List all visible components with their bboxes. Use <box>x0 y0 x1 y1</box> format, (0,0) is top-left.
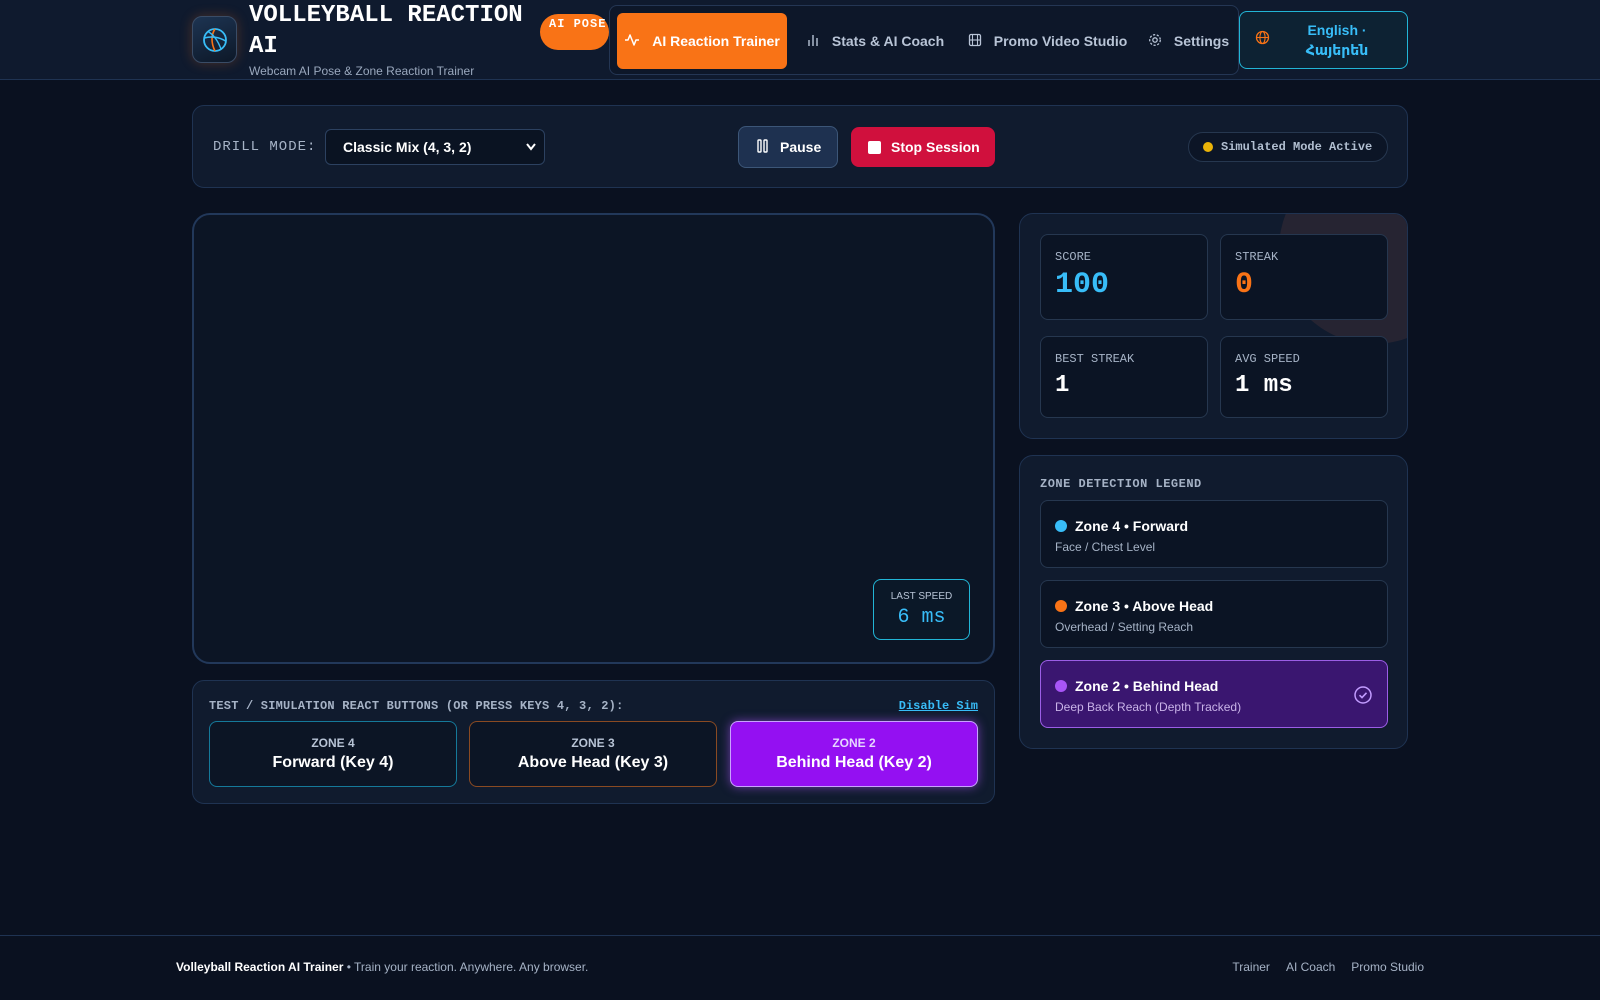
streak-card: STREAK 0 <box>1220 234 1388 320</box>
top-bar: VOLLEYBALL REACTION AI Webcam AI Pose & … <box>0 0 1600 80</box>
simulation-panel: TEST / SIMULATION REACT BUTTONS (OR PRES… <box>192 680 995 804</box>
zone-4-label: Forward (Key 4) <box>272 754 394 771</box>
legend-item-name: Zone 2 • Behind Head <box>1075 678 1219 694</box>
webcam-video-panel: LAST SPEED 6 ms <box>192 213 995 664</box>
language-toggle-button[interactable]: English · Հայերեն <box>1239 11 1408 69</box>
footer-links: Trainer AI Coach Promo Studio <box>1232 960 1424 974</box>
stop-session-button[interactable]: Stop Session <box>851 127 995 167</box>
pause-icon <box>757 138 780 156</box>
legend-item-name: Zone 4 • Forward <box>1075 518 1189 534</box>
footer-link-trainer[interactable]: Trainer <box>1232 960 1270 974</box>
simulated-mode-text: Simulated Mode Active <box>1221 140 1373 154</box>
main-nav: AI Reaction Trainer Stats & AI Coach Pro… <box>609 5 1239 75</box>
drill-mode-label: DRILL MODE: <box>213 139 317 155</box>
drill-mode-value: Classic Mix (4, 3, 2) <box>343 139 472 155</box>
stop-icon <box>868 140 881 154</box>
zone-2-button[interactable]: ZONE 2 Behind Head (Key 2) <box>730 721 978 787</box>
status-dot-icon <box>1203 142 1213 152</box>
gear-icon <box>1148 33 1174 50</box>
footer-brand-name: Volleyball Reaction AI Trainer <box>176 960 344 974</box>
zone-4-dot-icon <box>1055 520 1067 532</box>
legend-title: ZONE DETECTION LEGEND <box>1040 477 1202 491</box>
footer-tagline: • Train your reaction. Anywhere. Any bro… <box>343 960 589 974</box>
zone-2-key: ZONE 2 <box>832 736 876 750</box>
nav-tab-ai-reaction-trainer[interactable]: AI Reaction Trainer <box>617 13 787 69</box>
globe-icon <box>1240 30 1284 50</box>
legend-item-zone-4: Zone 4 • Forward Face / Chest Level <box>1040 500 1388 568</box>
check-circle-icon <box>1353 685 1373 710</box>
zone-3-key: ZONE 3 <box>571 736 615 750</box>
app-title: VOLLEYBALL REACTION AI <box>249 2 523 60</box>
nav-tab-label: Stats & AI Coach <box>831 33 945 49</box>
language-label: English · Հայերեն <box>1305 22 1369 58</box>
streak-label: STREAK <box>1235 250 1279 264</box>
nav-tab-settings[interactable]: Settings <box>1140 13 1237 69</box>
zone-legend-panel: ZONE DETECTION LEGEND Zone 4 • Forward F… <box>1019 455 1408 749</box>
bar-chart-icon <box>806 33 832 50</box>
best-streak-card: BEST STREAK 1 <box>1040 336 1208 418</box>
zone-2-dot-icon <box>1055 680 1067 692</box>
avg-speed-value: 1 ms <box>1235 372 1293 399</box>
zone-4-key: ZONE 4 <box>311 736 355 750</box>
zone-3-label: Above Head (Key 3) <box>517 754 669 771</box>
legend-item-name: Zone 3 • Above Head <box>1075 598 1214 614</box>
ai-pose-badge: AI POSE <box>540 14 609 50</box>
last-speed-card: LAST SPEED 6 ms <box>873 579 970 640</box>
avg-speed-label: AVG SPEED <box>1235 352 1300 366</box>
nav-tab-label: Promo Video Studio <box>993 33 1128 49</box>
footer-link-ai-coach[interactable]: AI Coach <box>1286 960 1335 974</box>
legend-item-zone-2: Zone 2 • Behind Head Deep Back Reach (De… <box>1040 660 1388 728</box>
chevron-down-icon <box>524 130 538 176</box>
footer-brand: Volleyball Reaction AI Trainer • Train y… <box>176 960 588 974</box>
film-icon <box>968 33 994 50</box>
pause-button[interactable]: Pause <box>738 126 838 168</box>
last-speed-label: LAST SPEED <box>890 591 953 602</box>
avg-speed-card: AVG SPEED 1 ms <box>1220 336 1388 418</box>
stop-label: Stop Session <box>891 139 980 155</box>
score-value: 100 <box>1055 268 1110 302</box>
streak-value: 0 <box>1235 268 1254 302</box>
score-card: SCORE 100 <box>1040 234 1208 320</box>
nav-tab-label: AI Reaction Trainer <box>652 33 780 49</box>
pause-label: Pause <box>780 139 822 155</box>
session-controls: DRILL MODE: Classic Mix (4, 3, 2) Pause … <box>192 105 1408 188</box>
score-label: SCORE <box>1055 250 1092 264</box>
app-subtitle: Webcam AI Pose & Zone Reaction Trainer <box>249 64 475 78</box>
activity-icon <box>624 32 652 51</box>
best-streak-label: BEST STREAK <box>1055 352 1135 366</box>
legend-item-zone-3: Zone 3 • Above Head Overhead / Setting R… <box>1040 580 1388 648</box>
footer-link-promo-studio[interactable]: Promo Studio <box>1351 960 1424 974</box>
drill-mode-select[interactable]: Classic Mix (4, 3, 2) <box>325 129 545 165</box>
nav-tab-label: Settings <box>1173 33 1230 49</box>
legend-item-desc: Face / Chest Level <box>1055 540 1156 554</box>
best-streak-value: 1 <box>1055 372 1070 399</box>
zone-3-dot-icon <box>1055 600 1067 612</box>
footer: Volleyball Reaction AI Trainer • Train y… <box>0 935 1600 1000</box>
legend-item-desc: Deep Back Reach (Depth Tracked) <box>1055 700 1242 714</box>
zone-2-label: Behind Head (Key 2) <box>776 754 932 771</box>
simulated-mode-status: Simulated Mode Active <box>1188 132 1388 162</box>
zone-3-button[interactable]: ZONE 3 Above Head (Key 3) <box>469 721 717 787</box>
stats-panel: SCORE 100 STREAK 0 BEST STREAK 1 AVG SPE… <box>1019 213 1408 439</box>
simulation-title: TEST / SIMULATION REACT BUTTONS (OR PRES… <box>209 699 624 713</box>
nav-tab-promo-video-studio[interactable]: Promo Video Studio <box>960 13 1135 69</box>
last-speed-value: 6 ms <box>897 606 946 629</box>
zone-4-button[interactable]: ZONE 4 Forward (Key 4) <box>209 721 457 787</box>
volleyball-logo-icon <box>192 16 237 63</box>
legend-item-desc: Overhead / Setting Reach <box>1055 620 1194 634</box>
nav-tab-stats-ai-coach[interactable]: Stats & AI Coach <box>800 13 950 69</box>
disable-sim-link[interactable]: Disable Sim <box>899 699 978 713</box>
